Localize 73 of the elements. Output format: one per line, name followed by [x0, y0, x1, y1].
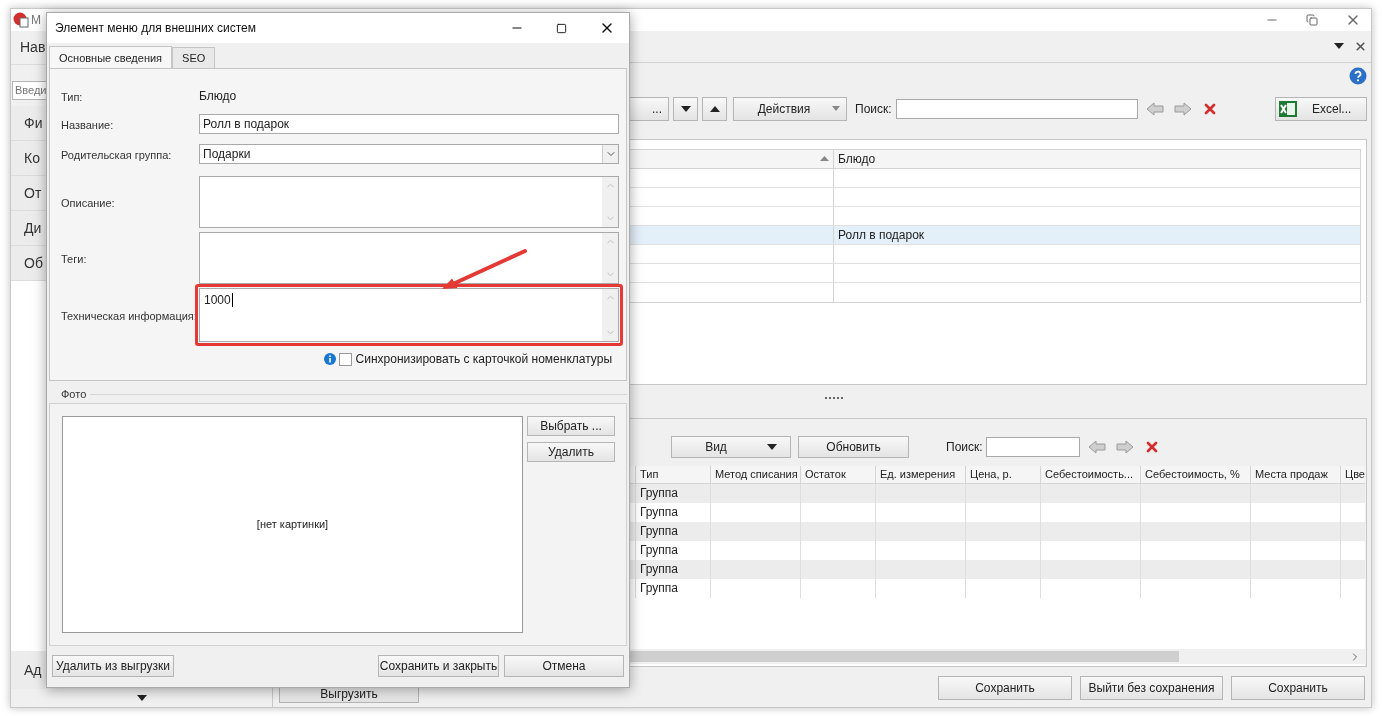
- sort-ascending-icon[interactable]: [820, 156, 829, 162]
- table-cell-text: Группа: [640, 485, 679, 503]
- text-area[interactable]: 1000: [199, 288, 619, 342]
- photo-button[interactable]: Выбрать ...: [527, 416, 615, 436]
- dialog-title: Элемент меню для внешних систем: [54, 20, 256, 37]
- field-label: Название:: [61, 119, 114, 131]
- arrow-left-icon[interactable]: [1145, 101, 1164, 116]
- text-area[interactable]: [199, 176, 619, 228]
- table-cell-text: Группа: [640, 580, 679, 598]
- column-header[interactable]: Себестоимость, %: [1140, 465, 1250, 483]
- excel-button[interactable]: Excel...: [1275, 96, 1367, 121]
- dropdown-field[interactable]: Подарки: [199, 144, 619, 164]
- tab[interactable]: Основные сведения: [49, 46, 173, 69]
- search-label: Поиск:: [946, 438, 983, 456]
- move-up-button[interactable]: [702, 96, 727, 121]
- dropdown-icon: [1334, 43, 1344, 50]
- column-header[interactable]: Ед. измерения: [875, 465, 965, 483]
- checkbox-label: Синхронизировать с карточкой номенклатуры: [355, 351, 612, 368]
- caret-down-icon: [680, 105, 691, 112]
- refresh-button[interactable]: Обновить: [798, 435, 909, 458]
- remove-button[interactable]: Удалить из выгрузки: [52, 655, 174, 677]
- footer-button[interactable]: Сохранить: [1231, 676, 1365, 701]
- column-header[interactable]: Метод списания: [710, 465, 800, 483]
- panel-title: Нав: [20, 38, 46, 57]
- table-cell-text: Группа: [640, 504, 679, 522]
- field-value: Блюдо: [199, 88, 237, 105]
- arrow-right-icon[interactable]: [1115, 439, 1134, 454]
- view-button[interactable]: Вид: [671, 435, 791, 458]
- empty-image-text: [нет картинки]: [256, 517, 329, 533]
- field-label: Тип:: [61, 91, 83, 103]
- column-header[interactable]: Места продаж: [1250, 465, 1340, 483]
- restore-button[interactable]: [1306, 14, 1318, 26]
- actions-button[interactable]: Действия: [733, 96, 847, 121]
- search-field[interactable]: [895, 98, 1138, 119]
- table-cell-text: Группа: [640, 561, 679, 579]
- table-cell-text: Группа: [640, 523, 679, 541]
- search-label: Поиск:: [855, 100, 892, 118]
- footer-button[interactable]: Отмена: [504, 655, 624, 677]
- field-label: Теги:: [61, 253, 87, 265]
- text-area[interactable]: [199, 232, 619, 284]
- close-tab-icon[interactable]: [1354, 39, 1367, 53]
- footer-button[interactable]: Сохранить и закрыть: [378, 655, 499, 677]
- window-title: М: [31, 12, 41, 29]
- caret-down-icon: [832, 106, 841, 112]
- help-icon[interactable]: [1349, 66, 1367, 85]
- arrow-left-icon[interactable]: [1087, 439, 1106, 454]
- field-label: Техническая информация:: [61, 310, 197, 322]
- info-icon: [323, 353, 336, 365]
- expand-icon: [136, 695, 147, 701]
- field-label: Описание:: [61, 197, 115, 209]
- field-label: Родительская группа:: [61, 149, 172, 161]
- move-down-button[interactable]: [673, 96, 698, 121]
- column-header[interactable]: Себестоимость...: [1040, 465, 1140, 483]
- spreadsheet-icon: [1278, 99, 1298, 118]
- splitter-handle[interactable]: [825, 396, 843, 399]
- column-header[interactable]: Остаток: [800, 465, 875, 483]
- table-cell-text: Ролл в подарок: [838, 226, 925, 244]
- caret-down-icon: [766, 443, 777, 450]
- checkbox[interactable]: [338, 352, 352, 366]
- footer-button[interactable]: Выйти без сохранения: [1080, 676, 1223, 701]
- column-header[interactable]: Тип: [635, 465, 710, 483]
- search-field[interactable]: [985, 436, 1080, 457]
- column-header[interactable]: Цве: [1340, 465, 1365, 483]
- group-title: Фото: [60, 386, 88, 402]
- photo-button[interactable]: Удалить: [527, 442, 615, 462]
- table-cell-text: Группа: [640, 542, 679, 560]
- tab[interactable]: SEO: [172, 47, 216, 69]
- maximize-icon[interactable]: [556, 22, 567, 34]
- column-header[interactable]: Цена, р.: [965, 465, 1040, 483]
- arrow-right-icon[interactable]: [1173, 101, 1192, 116]
- name-field[interactable]: Ролл в подарок: [199, 114, 619, 134]
- caret-up-icon: [709, 105, 720, 112]
- footer-button[interactable]: Сохранить: [938, 676, 1072, 701]
